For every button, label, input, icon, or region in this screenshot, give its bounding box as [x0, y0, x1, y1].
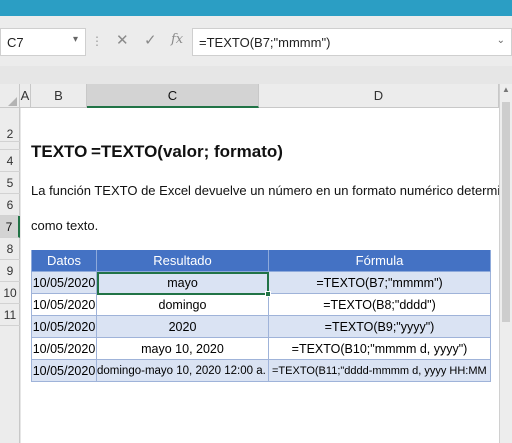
expand-formula-bar-icon[interactable]: ⌄	[497, 35, 505, 46]
header-formula[interactable]: Fórmula	[269, 250, 491, 272]
row-header-3[interactable]	[0, 142, 20, 150]
cell-datos[interactable]: 10/05/2020	[31, 294, 97, 316]
cell-datos[interactable]: 10/05/2020	[31, 316, 97, 338]
cell-resultado[interactable]: 2020	[97, 316, 269, 338]
chevron-down-icon[interactable]: ▾	[73, 34, 78, 45]
formula-bar: C7 ▾ ⋮ ✕ ✓ fx =TEXTO(B7;"mmmm") ⌄	[0, 16, 512, 66]
cell-formula[interactable]: =TEXTO(B10;"mmmm d, yyyy")	[269, 338, 491, 360]
scroll-up-icon[interactable]: ▲	[502, 85, 510, 94]
cell-datos[interactable]: 10/05/2020	[31, 360, 97, 382]
description-line-2: como texto.	[31, 218, 99, 233]
row-header-4[interactable]: 4	[0, 150, 20, 172]
cell-formula[interactable]: =TEXTO(B8;"dddd")	[269, 294, 491, 316]
vertical-scrollbar[interactable]: ▲	[499, 84, 512, 443]
select-all-icon	[8, 97, 17, 106]
cell-resultado[interactable]: domingo	[97, 294, 269, 316]
drag-handle-icon[interactable]: ⋮	[91, 34, 103, 48]
cell-datos[interactable]: 10/05/2020	[31, 338, 97, 360]
cell-resultado[interactable]: domingo-mayo 10, 2020 12:00 a. m.	[97, 360, 269, 382]
title-syntax: =TEXTO(valor; formato)	[91, 142, 283, 161]
worksheet-grid[interactable]: TEXTO =TEXTO(valor; formato) La función …	[21, 108, 512, 443]
cell-formula[interactable]: =TEXTO(B9;"yyyy")	[269, 316, 491, 338]
row-header-7[interactable]: 7	[0, 216, 20, 238]
cell-datos[interactable]: 10/05/2020	[31, 272, 97, 294]
window-top-band	[0, 0, 512, 16]
row-headers: 2 4 5 6 7 8 9 10 11	[0, 108, 20, 443]
row-header-6[interactable]: 6	[0, 194, 20, 216]
cell-formula[interactable]: =TEXTO(B11;"dddd-mmmm d, yyyy HH:MM	[269, 360, 491, 382]
description-line-1: La función TEXTO de Excel devuelve un nú…	[31, 183, 512, 198]
select-all-button[interactable]	[0, 84, 20, 108]
row-header-9[interactable]: 9	[0, 260, 20, 282]
title-function-name: TEXTO	[31, 142, 88, 161]
row-header-5[interactable]: 5	[0, 172, 20, 194]
row-header-11[interactable]: 11	[0, 304, 20, 326]
enter-icon[interactable]: ✓	[144, 31, 157, 49]
cell-formula[interactable]: =TEXTO(B7;"mmmm")	[269, 272, 491, 294]
header-datos[interactable]: Datos	[31, 250, 97, 272]
cell-resultado[interactable]: mayo	[97, 272, 269, 294]
fill-handle[interactable]	[265, 291, 271, 297]
column-header-a[interactable]: A	[20, 84, 31, 108]
formula-input[interactable]: =TEXTO(B7;"mmmm") ⌄	[192, 28, 512, 56]
scrollbar-thumb[interactable]	[502, 102, 510, 322]
cancel-icon[interactable]: ✕	[116, 31, 129, 49]
row-header-10[interactable]: 10	[0, 282, 20, 304]
row-header-2[interactable]: 2	[0, 108, 20, 142]
column-header-d[interactable]: D	[259, 84, 499, 108]
name-box-value: C7	[7, 35, 24, 50]
cell-resultado[interactable]: mayo 10, 2020	[97, 338, 269, 360]
column-header-b[interactable]: B	[31, 84, 87, 108]
row-header-8[interactable]: 8	[0, 238, 20, 260]
column-header-c[interactable]: C	[87, 84, 259, 108]
name-box[interactable]: C7 ▾	[0, 28, 86, 56]
header-resultado[interactable]: Resultado	[97, 250, 269, 272]
formula-value: =TEXTO(B7;"mmmm")	[199, 35, 331, 50]
insert-function-icon[interactable]: fx	[171, 32, 183, 47]
column-headers: A B C D	[0, 84, 512, 108]
